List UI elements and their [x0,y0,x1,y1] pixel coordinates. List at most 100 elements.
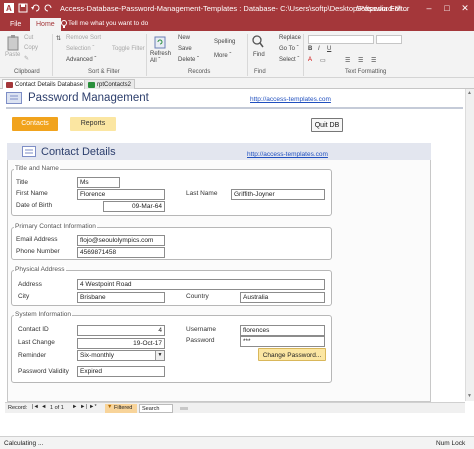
country-field[interactable]: Australia [240,292,325,303]
header-link[interactable]: http://access-templates.com [250,96,331,103]
refresh-all-button[interactable]: Refresh All ˇ [150,51,172,65]
copy-button[interactable]: Copy [24,45,38,51]
refresh-icon[interactable] [154,35,166,51]
doc-tab-rptcontacts2[interactable]: rptContacts2 [84,79,136,89]
first-name-field[interactable]: Florence [77,189,165,200]
quit-db-button[interactable]: Quit DB [311,118,343,132]
tab-file[interactable]: File [4,18,27,31]
email-field[interactable]: flojo@seoulolympics.com [77,235,165,246]
change-password-button[interactable]: Change Password... [258,348,326,361]
find-icon[interactable] [252,35,264,51]
group-label: Primary Contact Information [14,223,97,230]
go-to-button[interactable]: Go To ˇ [279,46,299,52]
last-change-label: Last Change [18,339,55,346]
scroll-down-icon[interactable]: ▼ [467,393,472,399]
spelling-button[interactable]: Spelling [214,39,235,45]
more-button[interactable]: More ˇ [214,53,231,59]
maximize-button[interactable]: □ [438,0,456,17]
group-sort-filter: Sort & Filter [88,69,120,75]
address-field[interactable]: 4 Westpoint Road [77,279,325,290]
italic-icon[interactable]: I [318,46,320,52]
format-painter-icon[interactable]: ✎ [24,55,29,62]
last-name-label: Last Name [186,190,218,197]
remove-sort-button[interactable]: Remove Sort [66,35,101,41]
group-label: Title and Name [14,165,60,172]
dob-field[interactable]: 09-Mar-64 [103,201,165,212]
horizontal-scrollbar[interactable] [180,407,188,410]
undo-icon[interactable] [31,3,41,13]
highlight-icon[interactable]: ▭ [320,57,326,64]
svg-text:A: A [6,4,12,13]
font-size-select[interactable] [376,35,402,44]
city-field[interactable]: Brisbane [77,292,165,303]
toggle-filter-button[interactable]: Toggle Filter [112,46,145,52]
country-label: Country [186,293,209,300]
previous-record-icon[interactable]: ◄ [41,404,46,410]
replace-button[interactable]: Replace [279,35,301,41]
phone-field[interactable]: 4569871458 [77,247,165,258]
redo-icon[interactable] [43,3,53,13]
close-button[interactable]: ✕ [456,0,474,17]
reminder-select[interactable]: Six-monthly ▼ [77,350,165,361]
username-field[interactable]: florences [240,325,325,336]
address-label: Address [18,281,42,288]
save-icon[interactable] [18,3,28,13]
save-record-button[interactable]: Save [178,46,192,52]
password-label: Password [186,337,215,344]
password-field[interactable]: *** [240,336,325,347]
record-position[interactable]: 1 of 1 [50,405,64,411]
cut-button[interactable]: Cut [24,35,33,41]
vertical-scrollbar[interactable]: ▲ ▼ [465,89,474,401]
minimize-button[interactable]: – [420,0,438,17]
reminder-label: Reminder [18,352,47,359]
tell-me-search[interactable]: Tell me what you want to do [68,20,148,27]
underline-icon[interactable]: U [327,46,331,52]
lightbulb-icon [61,20,67,30]
last-record-icon[interactable]: ►| [80,404,87,410]
contact-id-label: Contact ID [18,326,49,333]
scroll-up-icon[interactable]: ▲ [467,90,472,96]
window-brand: Softpedia Editor [356,4,410,13]
selection-button[interactable]: Selection ˇ [66,46,94,52]
chevron-down-icon[interactable]: ▼ [155,351,164,360]
new-record-button[interactable]: New [178,35,190,41]
search-box[interactable]: Search [139,404,173,413]
last-name-field[interactable]: Griffith-Joyner [231,189,325,200]
advanced-button[interactable]: Advanced ˇ [66,57,96,63]
group-label: System Information [14,311,72,318]
document-tabs: Contact Details Database rptContacts2 [0,78,474,89]
last-change-field[interactable]: 19-Oct-17 [77,338,165,349]
paste-button[interactable]: Paste [5,52,20,58]
doc-tab-contact-details[interactable]: Contact Details Database [2,79,88,89]
bold-icon[interactable]: B [308,46,312,52]
reminder-value: Six-monthly [80,352,114,359]
title-field[interactable]: Ms [77,177,120,188]
select-button[interactable]: Select ˇ [279,57,299,63]
header-divider [6,107,463,109]
filtered-label: Filtered [114,405,133,411]
access-logo-icon: A [4,3,14,13]
page-title: Password Management [28,92,149,104]
font-color-icon[interactable]: A [308,57,312,63]
subform-link[interactable]: http://access-templates.com [247,151,328,158]
font-name-select[interactable] [308,35,374,44]
delete-record-button[interactable]: Delete ˇ [178,57,199,63]
align-left-icon[interactable]: ☰ [345,57,350,64]
contact-id-field[interactable]: 4 [77,325,165,336]
sort-ascending-icon[interactable]: ⇅ [56,35,61,42]
email-label: Email Address [16,236,58,243]
align-right-icon[interactable]: ☰ [371,57,376,64]
align-center-icon[interactable]: ☰ [358,57,363,64]
password-validity-field[interactable]: Expired [77,366,165,377]
group-separator [52,34,53,76]
reports-button[interactable]: Reports [70,117,116,131]
new-record-icon[interactable]: ►* [89,404,97,410]
find-button[interactable]: Find [253,52,265,58]
tab-home[interactable]: Home [30,18,61,31]
doc-tab-label: rptContacts2 [97,82,132,88]
next-record-icon[interactable]: ► [72,404,77,410]
paste-icon[interactable] [6,35,20,53]
first-record-icon[interactable]: |◄ [32,404,39,410]
dob-label: Date of Birth [16,202,53,209]
contacts-button[interactable]: Contacts [12,117,58,131]
